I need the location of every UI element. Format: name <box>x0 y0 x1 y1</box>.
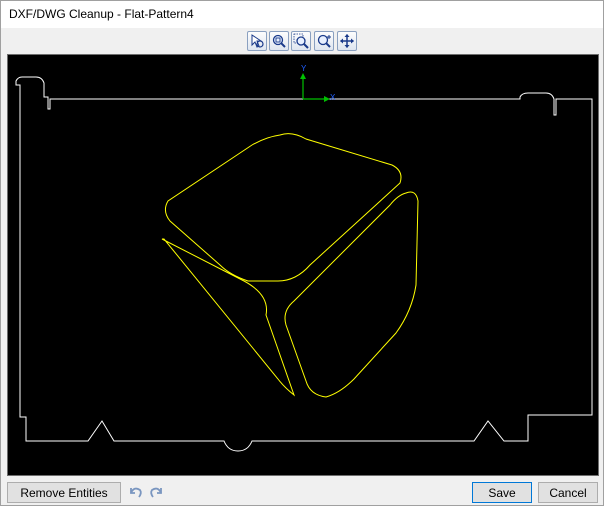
cancel-button[interactable]: Cancel <box>538 482 598 503</box>
pan-icon <box>340 34 354 48</box>
dxf-cleanup-dialog: DXF/DWG Cleanup - Flat-Pattern4 X Y Remo… <box>0 0 604 506</box>
redo-button[interactable] <box>147 482 167 502</box>
zoom-to-area-button[interactable] <box>291 31 311 51</box>
zoom-to-fit-button[interactable] <box>269 31 289 51</box>
select-tool-icon <box>251 34 264 48</box>
sheet-outline <box>15 76 593 452</box>
view-toolbar <box>1 29 603 53</box>
redo-icon <box>150 487 162 498</box>
y-axis-label: Y <box>301 64 307 73</box>
undo-button[interactable] <box>125 482 145 502</box>
title-bar: DXF/DWG Cleanup - Flat-Pattern4 <box>1 1 603 28</box>
zoom-in-out-button[interactable] <box>314 31 334 51</box>
cube-left-face <box>161 238 296 397</box>
x-axis-label: X <box>330 93 336 102</box>
undo-icon <box>130 487 142 498</box>
pan-button[interactable] <box>337 31 357 51</box>
drawing-canvas[interactable]: X Y <box>7 54 599 476</box>
save-button[interactable]: Save <box>472 482 532 503</box>
cube-right-face <box>284 191 419 398</box>
dialog-footer: Remove Entities Save Cancel <box>1 479 603 505</box>
zoom-to-area-icon <box>293 33 309 49</box>
flat-pattern-drawing <box>15 73 593 452</box>
zoom-to-fit-icon <box>272 34 286 48</box>
select-tool-button[interactable] <box>247 31 267 51</box>
zoom-in-out-icon <box>317 34 331 48</box>
remove-entities-button[interactable]: Remove Entities <box>7 482 121 503</box>
window-title: DXF/DWG Cleanup - Flat-Pattern4 <box>9 7 194 21</box>
